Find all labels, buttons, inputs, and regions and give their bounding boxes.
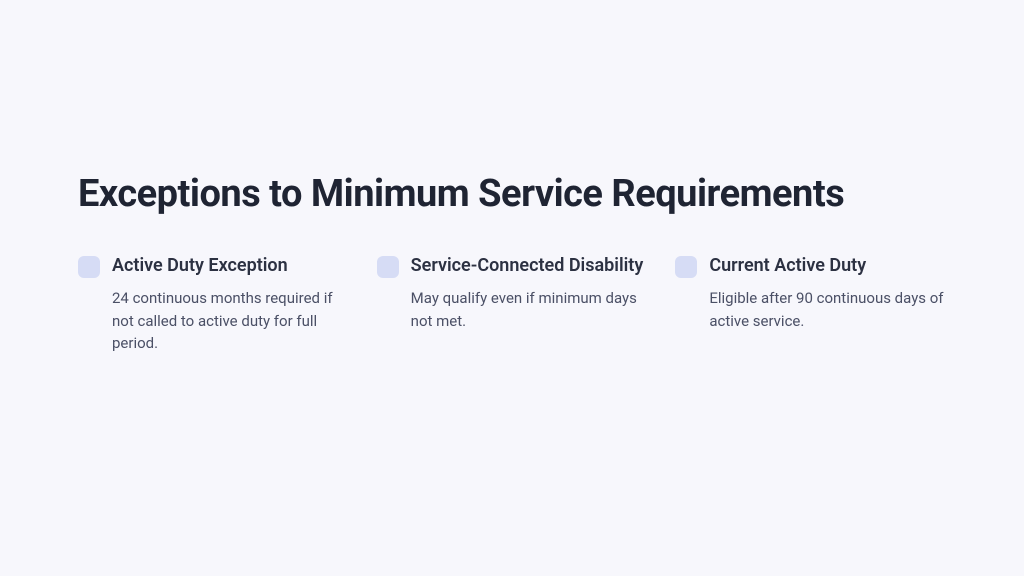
exception-text: Active Duty Exception 24 continuous mont… (112, 254, 349, 355)
checkbox-icon[interactable] (78, 256, 100, 278)
exception-desc: May qualify even if minimum days not met… (411, 287, 648, 332)
exception-title: Active Duty Exception (112, 254, 349, 277)
page-heading: Exceptions to Minimum Service Requiremen… (78, 172, 946, 216)
exception-text: Service-Connected Disability May qualify… (411, 254, 648, 332)
exception-item: Service-Connected Disability May qualify… (377, 254, 648, 355)
exception-item: Active Duty Exception 24 continuous mont… (78, 254, 349, 355)
exception-text: Current Active Duty Eligible after 90 co… (709, 254, 946, 332)
exception-desc: 24 continuous months required if not cal… (112, 287, 349, 355)
exception-desc: Eligible after 90 continuous days of act… (709, 287, 946, 332)
exceptions-columns: Active Duty Exception 24 continuous mont… (78, 254, 946, 355)
exception-title: Current Active Duty (709, 254, 946, 277)
exception-item: Current Active Duty Eligible after 90 co… (675, 254, 946, 355)
checkbox-icon[interactable] (377, 256, 399, 278)
exception-title: Service-Connected Disability (411, 254, 648, 277)
checkbox-icon[interactable] (675, 256, 697, 278)
